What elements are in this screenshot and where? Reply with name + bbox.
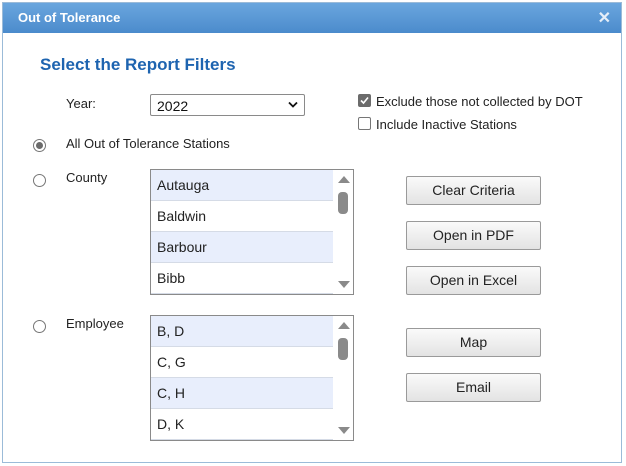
scroll-thumb[interactable] <box>338 338 348 360</box>
page-title: Select the Report Filters <box>40 55 236 74</box>
open-pdf-button[interactable]: Open in PDF <box>406 221 541 250</box>
exclude-dot-checkbox[interactable] <box>358 94 371 107</box>
checkmark-icon <box>360 96 369 105</box>
report-filters-panel: Select the Report Filters Year: 2022 Exc… <box>3 33 621 462</box>
county-scrollbar[interactable] <box>333 170 353 294</box>
list-item[interactable]: C, H <box>151 378 333 409</box>
list-item[interactable]: Barbour <box>151 232 333 263</box>
list-item[interactable]: D, K <box>151 409 333 440</box>
list-item[interactable]: Baldwin <box>151 201 333 232</box>
county-listbox[interactable]: Autauga Baldwin Barbour Bibb <box>150 169 354 295</box>
clear-criteria-button[interactable]: Clear Criteria <box>406 176 541 205</box>
employee-scrollbar[interactable] <box>333 316 353 440</box>
list-item[interactable]: Autauga <box>151 170 333 201</box>
include-inactive-checkbox[interactable] <box>358 117 371 130</box>
year-select-value: 2022 <box>157 98 189 114</box>
all-stations-label: All Out of Tolerance Stations <box>66 136 230 151</box>
include-inactive-label: Include Inactive Stations <box>376 117 517 132</box>
scroll-down-icon[interactable] <box>338 281 350 288</box>
scroll-up-icon[interactable] <box>338 176 350 183</box>
out-of-tolerance-dialog: Out of Tolerance ✕ Select the Report Fil… <box>2 2 622 463</box>
email-button[interactable]: Email <box>406 373 541 402</box>
dialog-titlebar[interactable]: Out of Tolerance ✕ <box>3 3 621 33</box>
county-radio[interactable] <box>33 174 46 187</box>
open-excel-button[interactable]: Open in Excel <box>406 266 541 295</box>
year-select[interactable]: 2022 <box>150 94 305 116</box>
list-item[interactable]: Bibb <box>151 263 333 294</box>
dialog-title: Out of Tolerance <box>18 10 121 25</box>
chevron-down-icon <box>288 101 298 108</box>
list-item[interactable]: C, G <box>151 347 333 378</box>
county-items: Autauga Baldwin Barbour Bibb <box>151 170 333 294</box>
year-label: Year: <box>66 96 96 111</box>
exclude-dot-label: Exclude those not collected by DOT <box>376 94 583 109</box>
employee-radio[interactable] <box>33 320 46 333</box>
map-button[interactable]: Map <box>406 328 541 357</box>
county-label: County <box>66 170 108 185</box>
employee-listbox[interactable]: B, D C, G C, H D, K <box>150 315 354 441</box>
employee-items: B, D C, G C, H D, K <box>151 316 333 440</box>
all-stations-radio[interactable] <box>33 139 46 152</box>
close-icon[interactable]: ✕ <box>598 8 611 28</box>
scroll-down-icon[interactable] <box>338 427 350 434</box>
list-item[interactable]: B, D <box>151 316 333 347</box>
scroll-thumb[interactable] <box>338 192 348 214</box>
employee-label: Employee <box>66 316 124 331</box>
scroll-up-icon[interactable] <box>338 322 350 329</box>
